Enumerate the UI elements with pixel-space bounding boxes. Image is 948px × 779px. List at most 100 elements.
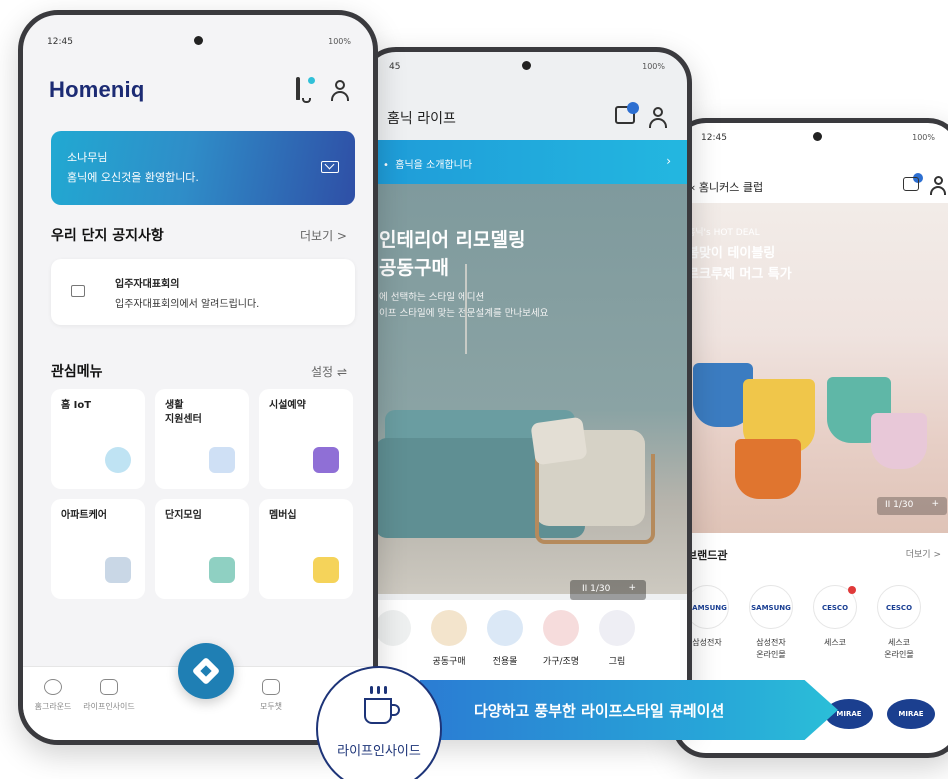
category-label: 전용몰 — [492, 657, 518, 667]
welcome-name: 소나무님 — [67, 151, 108, 164]
page-title-text: 홈니커스 클럽 — [698, 181, 764, 194]
welcome-message: 홈닉에 오신것을 환영합니다. — [67, 171, 199, 184]
home-icon — [44, 679, 62, 695]
app-header: ‹ 홈니커스 클럽 — [677, 169, 948, 203]
brand-item[interactable]: SAMSUNG 삼성전자 온라인몰 — [743, 585, 799, 661]
notice-body: 입주자대표회의에서 알려드립니다. — [115, 299, 260, 310]
tile-label: 홈 IoT — [61, 400, 92, 411]
nav-label: 홈그라운드 — [34, 702, 72, 711]
brand-item[interactable]: CESCO 세스코 — [807, 585, 863, 649]
hero-headline: 인테리어 리모델링 공동구매 — [379, 226, 525, 282]
hero-banner[interactable]: 홈닉's HOT DEAL 봄맞이 테이블링 르크루제 머그 특가 II 1/3… — [677, 203, 948, 533]
menu-tile-community[interactable]: 단지모임 — [155, 499, 249, 599]
main-action-button[interactable] — [178, 643, 234, 699]
category-row: 공동구매 전용몰 가구/조명 그림 — [365, 600, 687, 680]
brand-item[interactable]: CESCO 세스코 온라인몰 — [871, 585, 927, 661]
brand-logo-text: CESCO — [821, 604, 849, 612]
status-time: 45 — [389, 62, 401, 72]
category-art[interactable]: 그림 — [589, 610, 645, 667]
brand-logo-mirae[interactable]: MIRAE — [887, 699, 935, 729]
nav-chat[interactable]: 모두챗 — [241, 679, 301, 712]
nav-life-inside[interactable]: 라이프인사이드 — [79, 679, 139, 712]
intro-strip[interactable]: • 홈닉을 소개합니다 › — [365, 140, 687, 184]
camera-hole — [813, 132, 822, 141]
status-time: 12:45 — [47, 37, 73, 47]
mug-image — [871, 413, 927, 469]
menu-tile-membership[interactable]: 멤버십 — [259, 499, 353, 599]
category-exclusive-mall[interactable]: 전용몰 — [477, 610, 533, 667]
feature-callout-label: 라이프인사이드 — [337, 744, 421, 759]
mug-image — [735, 439, 801, 499]
document-search-icon — [209, 447, 235, 473]
hero-sub-1: 에 선택하는 스타일 에디션 — [379, 292, 485, 303]
hero-pager[interactable]: II 1/30 + — [877, 497, 947, 515]
brand-logo: Homeniq — [49, 77, 145, 102]
hot-deal-label: 홈닉's HOT DEAL — [687, 228, 760, 238]
page-title: ‹ 홈니커스 클럽 — [691, 181, 764, 194]
brand-name: 삼성전자 온라인몰 — [756, 638, 786, 659]
menu-tile-facility-booking[interactable]: 시설예약 — [259, 389, 353, 489]
steam-icon — [370, 686, 373, 694]
hero-headline-2: 공동구매 — [379, 257, 449, 279]
user-icon[interactable] — [329, 79, 351, 101]
notice-card[interactable]: 입주자대표회의 입주자대표회의에서 알려드립니다. — [51, 259, 355, 325]
notice-more-link[interactable]: 더보기 > — [300, 227, 347, 244]
menu-section-title: 관심메뉴 — [51, 364, 103, 380]
nav-label: 라이프인사이드 — [83, 702, 135, 711]
category-label: 가구/조명 — [542, 657, 580, 667]
status-bar: 12:45 100% — [677, 123, 948, 151]
welcome-banner[interactable]: 소나무님 홈닉에 오신것을 환영합니다. — [51, 131, 355, 205]
app-header: 홈닉 라이프 — [365, 98, 687, 140]
new-dot — [848, 586, 856, 594]
cup-icon — [100, 679, 118, 695]
tile-label: 멤버십 — [269, 510, 297, 521]
chevron-right-icon: › — [666, 154, 671, 168]
nav-home-ground[interactable]: 홈그라운드 — [23, 679, 83, 712]
brand-section-title: 브랜드관 — [687, 549, 728, 562]
tile-label: 생활 지원센터 — [165, 400, 202, 425]
status-battery: 100% — [912, 133, 935, 142]
brand-more-link[interactable]: 더보기 > — [906, 547, 941, 560]
crown-icon — [313, 557, 339, 583]
camera-hole — [522, 61, 531, 70]
pillow-image — [530, 416, 588, 466]
user-icon[interactable] — [929, 175, 948, 195]
status-battery: 100% — [642, 62, 665, 71]
brand-logo: CESCO — [813, 585, 857, 629]
menu-tile-apartment-care[interactable]: 아파트케어 — [51, 499, 145, 599]
menu-settings-text: 설정 — [311, 365, 334, 379]
phone-homeniq-home: 12:45 100% Homeniq 소나무님 홈닉에 오신것을 환영합니다. — [18, 10, 378, 745]
sliders-icon: ⇌ — [336, 365, 347, 379]
status-time: 12:45 — [701, 133, 727, 143]
feature-callout-bar: 다양하고 풍부한 라이프스타일 큐레이션 — [420, 680, 838, 740]
category-furniture[interactable]: 가구/조명 — [533, 610, 589, 667]
menu-tile-life-support[interactable]: 생활 지원센터 — [155, 389, 249, 489]
hero-pager[interactable]: II 1/30 + — [570, 580, 646, 600]
chair-icon — [543, 610, 579, 646]
plant-image — [465, 264, 467, 354]
cup-icon — [364, 698, 392, 724]
category-group-buy[interactable]: 공동구매 — [421, 610, 477, 667]
hero-banner[interactable]: 인테리어 리모델링 공동구매 에 선택하는 스타일 에디션 이프 스타일에 맞는… — [365, 184, 687, 600]
group-icon — [209, 557, 235, 583]
user-icon[interactable] — [647, 106, 669, 128]
box-icon — [431, 610, 467, 646]
mail-icon[interactable] — [321, 161, 339, 173]
nav-label: 모두챗 — [259, 702, 283, 711]
brand-name: 세스코 온라인몰 — [884, 638, 914, 659]
palette-icon — [599, 610, 635, 646]
brand-logo: SAMSUNG — [749, 585, 793, 629]
menu-tile-home-iot[interactable]: 홈 IoT — [51, 389, 145, 489]
cart-icon[interactable] — [903, 177, 919, 191]
menu-settings-link[interactable]: 설정 ⇌ — [311, 363, 347, 380]
category-label: 공동구매 — [432, 657, 466, 667]
steam-icon — [377, 686, 380, 694]
status-bar: 45 100% — [365, 52, 687, 80]
brand-name: 세스코 — [823, 638, 847, 647]
category-label: 그림 — [608, 657, 626, 667]
notification-dot — [308, 77, 315, 84]
pager-count: 1/30 — [590, 584, 611, 594]
phone-commerce-club: 12:45 100% ‹ 홈니커스 클럽 홈닉's HOT DEAL 봄맞이 테… — [672, 118, 948, 758]
bell-icon[interactable] — [293, 77, 315, 101]
tile-label: 단지모임 — [165, 510, 202, 521]
